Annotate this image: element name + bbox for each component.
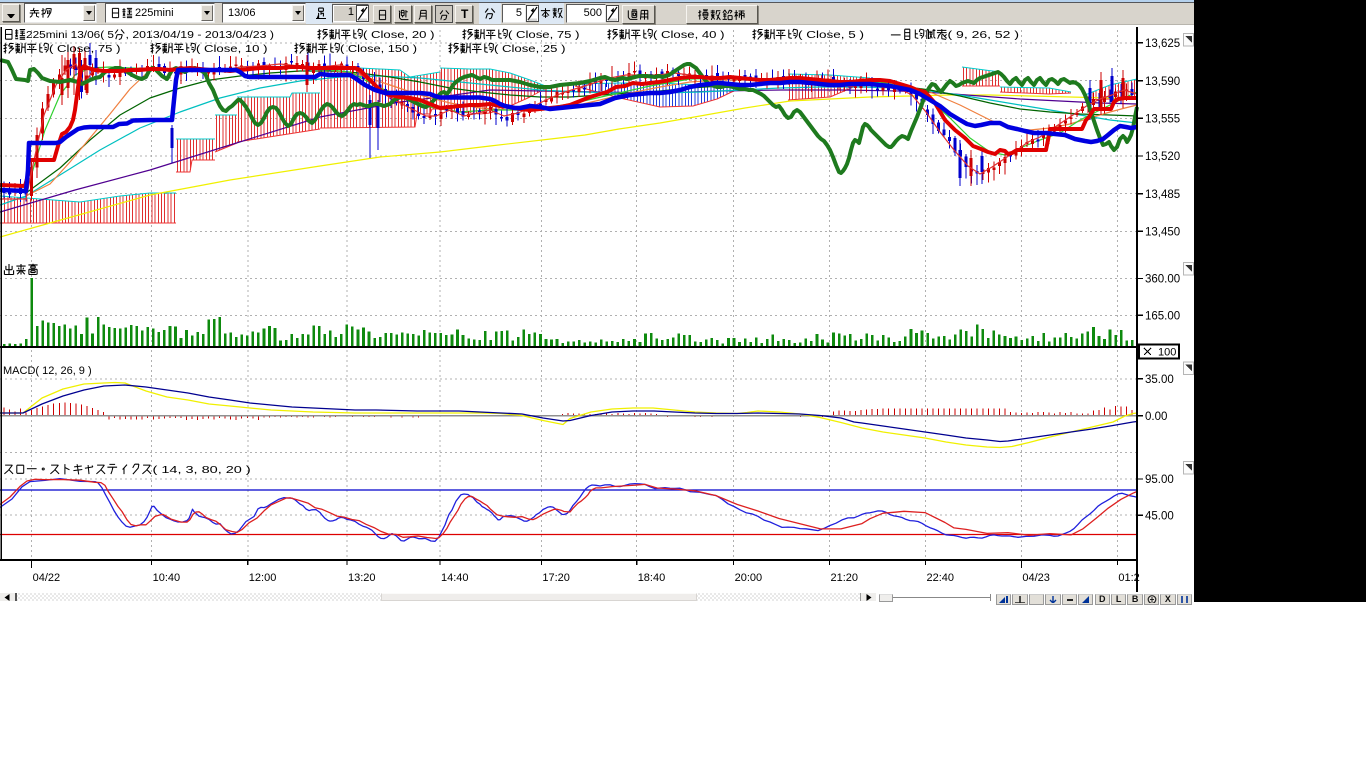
svg-text:13,485: 13,485 xyxy=(1145,189,1180,201)
svg-text:( Close, 20 ): ( Close, 20 ) xyxy=(363,30,435,41)
svg-text:01:2: 01:2 xyxy=(1118,572,1139,584)
svg-text:13,450: 13,450 xyxy=(1145,227,1180,239)
svg-text:22:40: 22:40 xyxy=(927,572,955,584)
svg-text:0.00: 0.00 xyxy=(1145,411,1167,423)
svg-text:21:20: 21:20 xyxy=(831,572,859,584)
svg-text:14:40: 14:40 xyxy=(441,572,469,584)
svg-text:( Close, 10 ): ( Close, 10 ) xyxy=(196,44,268,55)
svg-text:13,555: 13,555 xyxy=(1145,114,1180,126)
svg-text:45.00: 45.00 xyxy=(1145,510,1174,522)
svg-text:95.00: 95.00 xyxy=(1145,474,1174,486)
svg-text:13,520: 13,520 xyxy=(1145,151,1180,163)
svg-text:100: 100 xyxy=(1158,347,1176,359)
svg-text:18:40: 18:40 xyxy=(638,572,666,584)
svg-text:( Close, 25 ): ( Close, 25 ) xyxy=(494,44,566,55)
svg-text:360.00: 360.00 xyxy=(1145,274,1180,286)
svg-text:04/23: 04/23 xyxy=(1022,572,1050,584)
svg-text:225mini 13/06( 5: 225mini 13/06( 5 xyxy=(26,30,115,41)
svg-text:( Close, 5 ): ( Close, 5 ) xyxy=(798,30,864,41)
svg-text:165.00: 165.00 xyxy=(1145,311,1180,323)
svg-text:10:40: 10:40 xyxy=(153,572,181,584)
svg-text:, 2013/04/19 - 2013/04/23 ): , 2013/04/19 - 2013/04/23 ) xyxy=(126,30,275,41)
svg-text:12:00: 12:00 xyxy=(249,572,277,584)
svg-text:04/22: 04/22 xyxy=(33,572,61,584)
svg-text:35.00: 35.00 xyxy=(1145,374,1174,386)
svg-text:17:20: 17:20 xyxy=(542,572,570,584)
svg-text:13:20: 13:20 xyxy=(348,572,376,584)
svg-text:13,590: 13,590 xyxy=(1145,76,1180,88)
svg-text:( Close, 150 ): ( Close, 150 ) xyxy=(340,44,417,55)
svg-text:MACD( 12, 26, 9 ): MACD( 12, 26, 9 ) xyxy=(3,365,92,377)
svg-text:13,625: 13,625 xyxy=(1145,38,1180,50)
svg-text:( 9, 26, 52 ): ( 9, 26, 52 ) xyxy=(948,30,1020,41)
svg-text:( Close, 75 ): ( Close, 75 ) xyxy=(508,30,580,41)
svg-text:( Close, 40 ): ( Close, 40 ) xyxy=(653,30,725,41)
svg-text:20:00: 20:00 xyxy=(735,572,763,584)
svg-text:( Close, 75 ): ( Close, 75 ) xyxy=(49,44,121,55)
svg-text:( 14, 3, 80, 20 ): ( 14, 3, 80, 20 ) xyxy=(153,464,251,476)
